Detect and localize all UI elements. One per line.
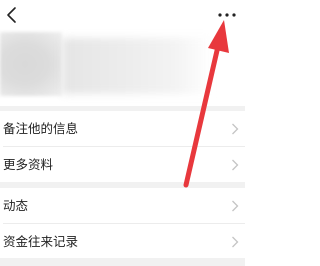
- chevron-right-icon: [232, 123, 239, 135]
- section-divider: [0, 258, 245, 266]
- profile-screen: 备注他的信息 更多资料 动态 资金往来记录: [0, 0, 245, 266]
- list-item-moments[interactable]: 动态: [0, 188, 245, 224]
- back-button[interactable]: [2, 5, 22, 25]
- list-item-remark-info[interactable]: 备注他的信息: [0, 111, 245, 147]
- activity-section: 动态 资金往来记录: [0, 188, 245, 260]
- ellipsis-icon: [218, 13, 236, 17]
- chevron-right-icon: [232, 236, 239, 248]
- info-section: 备注他的信息 更多资料: [0, 111, 245, 183]
- avatar[interactable]: [0, 32, 62, 96]
- list-item-label: 备注他的信息: [3, 121, 79, 136]
- list-item-transfer-records[interactable]: 资金往来记录: [0, 224, 245, 260]
- more-button[interactable]: [216, 6, 238, 20]
- list-item-label: 资金往来记录: [3, 234, 79, 249]
- list-item-more-info[interactable]: 更多资料: [0, 147, 245, 183]
- chevron-left-icon: [7, 7, 16, 23]
- profile-name-blurred: [62, 38, 212, 94]
- list-item-label: 动态: [3, 198, 29, 213]
- nav-bar: [0, 0, 245, 30]
- list-item-label: 更多资料: [3, 157, 54, 172]
- chevron-right-icon: [232, 200, 239, 212]
- chevron-right-icon: [232, 159, 239, 171]
